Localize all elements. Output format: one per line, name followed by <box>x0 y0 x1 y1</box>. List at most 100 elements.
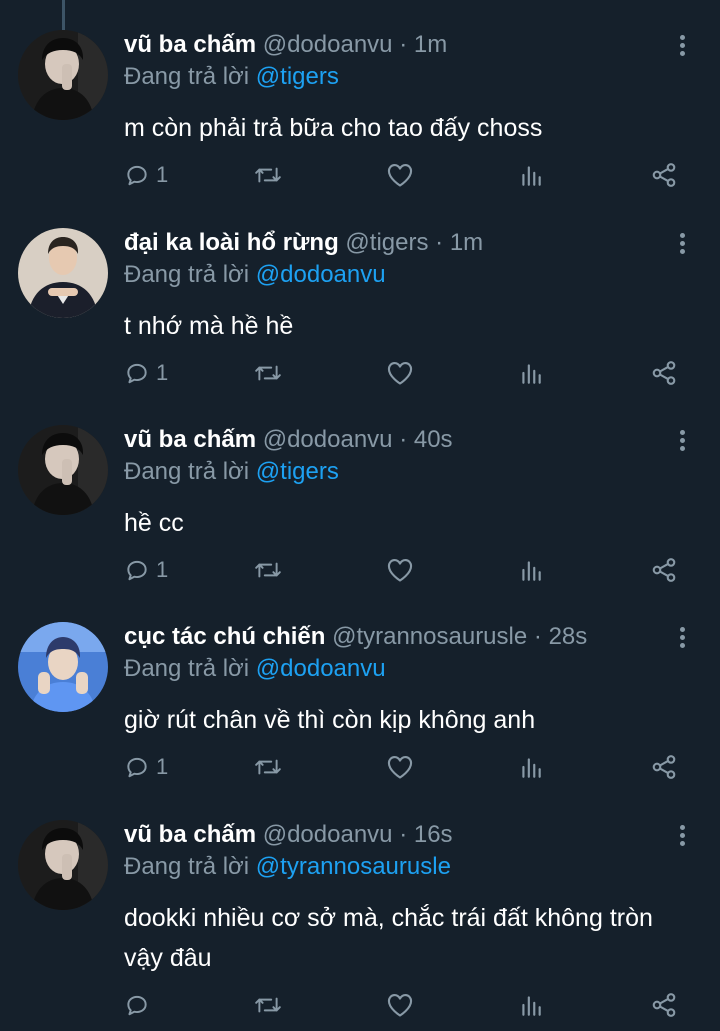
tweet[interactable]: cục tác chú chiến @tyrannosaurusle · 28s… <box>0 622 720 802</box>
retweet-icon <box>255 997 281 1013</box>
retweet-icon <box>255 167 281 183</box>
more-vertical-icon[interactable] <box>674 820 690 850</box>
tweet-header: cục tác chú chiến @tyrannosaurusle · 28s <box>124 622 587 652</box>
analytics-icon <box>522 996 541 1016</box>
display-name[interactable]: vũ ba chấm <box>124 31 256 58</box>
more-vertical-icon[interactable] <box>674 622 690 652</box>
timestamp[interactable]: 1m <box>414 31 447 58</box>
share-button[interactable] <box>650 752 678 782</box>
tweet-actions: 1 <box>0 752 720 782</box>
reply-icon <box>127 560 147 581</box>
user-handle[interactable]: @dodoanvu <box>263 31 393 58</box>
replying-to: Đang trả lời @tigers <box>124 62 339 92</box>
share-button[interactable] <box>650 555 678 585</box>
display-name[interactable]: vũ ba chấm <box>124 426 256 453</box>
avatar[interactable] <box>18 820 108 910</box>
reply-icon <box>127 165 147 186</box>
reply-button[interactable] <box>124 990 156 1020</box>
retweet-icon <box>255 759 281 775</box>
avatar[interactable] <box>18 622 108 712</box>
like-button[interactable] <box>386 752 414 782</box>
reply-icon <box>127 363 147 384</box>
timestamp[interactable]: 28s <box>549 623 588 650</box>
replying-to-mention[interactable]: @tyrannosaurusle <box>256 853 451 880</box>
like-button[interactable] <box>386 358 414 388</box>
like-button[interactable] <box>386 160 414 190</box>
tweet[interactable]: vũ ba chấm @dodoanvu · 40s Đang trả lời … <box>0 425 720 605</box>
replying-to-mention[interactable]: @dodoanvu <box>256 261 386 288</box>
tweet-text-line: t nhớ mà hề hề <box>124 312 294 340</box>
retweet-icon <box>255 562 281 578</box>
replying-to-mention[interactable]: @tigers <box>256 63 339 90</box>
tweet[interactable]: vũ ba chấm @dodoanvu · 1m Đang trả lời @… <box>0 30 720 210</box>
tweet-text: t nhớ mà hề hề <box>124 306 704 346</box>
share-button[interactable] <box>650 358 678 388</box>
retweet-button[interactable] <box>254 358 282 388</box>
share-button[interactable] <box>650 990 678 1020</box>
tweet-text-line: vậy đâu <box>124 944 212 972</box>
replying-to: Đang trả lời @dodoanvu <box>124 654 386 684</box>
retweet-button[interactable] <box>254 160 282 190</box>
replying-to-label: Đang trả lời <box>124 63 250 90</box>
more-vertical-icon[interactable] <box>674 425 690 455</box>
analytics-button[interactable] <box>518 990 544 1020</box>
retweet-button[interactable] <box>254 990 282 1020</box>
share-icon <box>652 755 676 779</box>
analytics-button[interactable] <box>518 160 544 190</box>
display-name[interactable]: vũ ba chấm <box>124 821 256 848</box>
user-handle[interactable]: @tyrannosaurusle <box>332 623 527 650</box>
tweet-text-line: hề cc <box>124 509 184 537</box>
reply-icon <box>127 757 147 778</box>
avatar[interactable] <box>18 425 108 515</box>
retweet-button[interactable] <box>254 752 282 782</box>
more-vertical-icon[interactable] <box>674 30 690 60</box>
user-handle[interactable]: @tigers <box>345 229 428 256</box>
like-icon <box>387 164 413 187</box>
more-vertical-icon[interactable] <box>674 228 690 258</box>
tweet[interactable]: vũ ba chấm @dodoanvu · 16s Đang trả lời … <box>0 820 720 1017</box>
reply-count: 1 <box>156 557 169 582</box>
like-button[interactable] <box>386 990 414 1020</box>
share-icon <box>652 163 676 187</box>
tweet-text-line: giờ rút chân về thì còn kịp không anh <box>124 706 536 734</box>
timestamp[interactable]: 1m <box>450 229 483 256</box>
display-name[interactable]: cục tác chú chiến <box>124 623 325 650</box>
timestamp[interactable]: 16s <box>414 821 453 848</box>
avatar[interactable] <box>18 228 108 318</box>
timestamp[interactable]: 40s <box>414 426 453 453</box>
tweet-text: giờ rút chân về thì còn kịp không anh <box>124 700 704 740</box>
tweet-actions: 1 <box>0 555 720 585</box>
analytics-icon <box>522 166 541 186</box>
retweet-button[interactable] <box>254 555 282 585</box>
replying-to-mention[interactable]: @dodoanvu <box>256 655 386 682</box>
user-handle[interactable]: @dodoanvu <box>263 426 393 453</box>
like-icon <box>387 559 413 582</box>
reply-button[interactable]: 1 <box>124 752 168 782</box>
analytics-button[interactable] <box>518 358 544 388</box>
replying-to-label: Đang trả lời <box>124 261 250 288</box>
tweet-text: m còn phải trả bữa cho tao đấy choss <box>124 108 704 148</box>
share-button[interactable] <box>650 160 678 190</box>
reply-button[interactable]: 1 <box>124 160 168 190</box>
reply-button[interactable]: 1 <box>124 358 168 388</box>
analytics-button[interactable] <box>518 555 544 585</box>
analytics-icon <box>522 561 541 581</box>
analytics-button[interactable] <box>518 752 544 782</box>
tweet-text-line: m còn phải trả bữa cho tao đấy choss <box>124 114 543 142</box>
tweet-header: vũ ba chấm @dodoanvu · 1m <box>124 30 447 60</box>
reply-button[interactable]: 1 <box>124 555 168 585</box>
user-handle[interactable]: @dodoanvu <box>263 821 393 848</box>
tweet-header: đại ka loài hổ rừng @tigers · 1m <box>124 228 483 258</box>
display-name[interactable]: đại ka loài hổ rừng <box>124 229 339 256</box>
avatar[interactable] <box>18 30 108 120</box>
replying-to: Đang trả lời @dodoanvu <box>124 260 386 290</box>
like-button[interactable] <box>386 555 414 585</box>
tweet-actions: 1 <box>0 160 720 190</box>
like-icon <box>387 994 413 1017</box>
reply-count: 1 <box>156 360 169 385</box>
replying-to-mention[interactable]: @tigers <box>256 458 339 485</box>
reply-count: 1 <box>156 162 169 187</box>
tweet-text: hề cc <box>124 503 704 543</box>
tweet[interactable]: đại ka loài hổ rừng @tigers · 1m Đang tr… <box>0 228 720 408</box>
reply-count: 1 <box>156 754 169 779</box>
